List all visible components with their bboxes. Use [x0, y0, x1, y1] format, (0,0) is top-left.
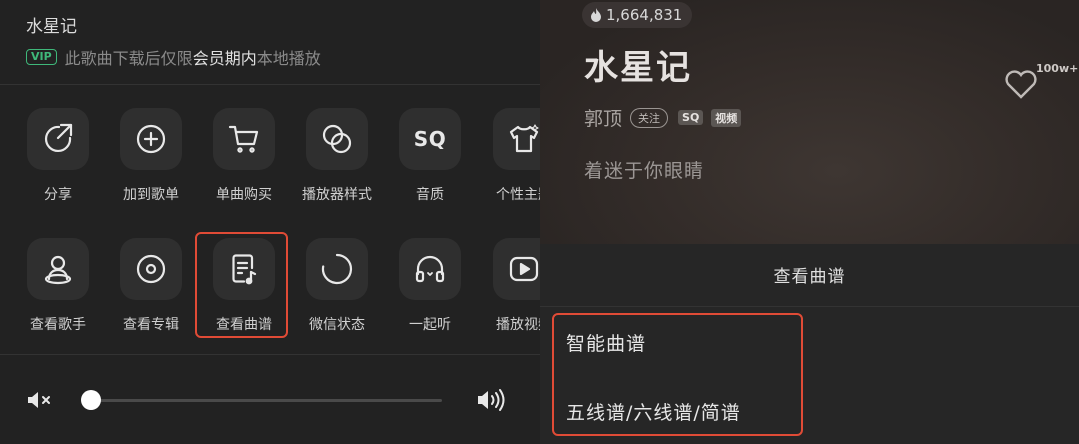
action-row-1: 分享 加到歌单 单曲购买 播放器样式 SQ 音质 个性主: [0, 108, 540, 218]
divider: [540, 306, 1079, 307]
share-icon: [44, 123, 73, 153]
divider: [0, 84, 540, 85]
wechat-status-icon: [321, 253, 353, 285]
play-video-button[interactable]: 播放视频: [486, 238, 540, 348]
sq-tag: SQ: [678, 110, 704, 125]
video-icon-box: [493, 238, 540, 300]
vip-text-after: 本地播放: [256, 49, 321, 68]
favorite-button[interactable]: 100w+: [1000, 62, 1078, 106]
headphones-icon-box: [399, 238, 461, 300]
sheet-menu-title: 查看曲谱: [773, 267, 846, 287]
player-style-icon-box: [306, 108, 368, 170]
view-singer-button[interactable]: 查看歌手: [20, 238, 100, 348]
sq-icon-box: SQ: [399, 108, 461, 170]
follow-button[interactable]: 关注: [630, 107, 669, 128]
share-button[interactable]: 分享: [20, 108, 100, 218]
listen-together-button[interactable]: 一起听: [392, 238, 472, 348]
album-icon-box: [120, 238, 182, 300]
divider: [0, 354, 540, 355]
video-tag[interactable]: 视频: [711, 108, 742, 127]
cart-icon: [228, 125, 259, 153]
vip-notice: VIP 此歌曲下载后仅限 会员期内 本地播放: [26, 45, 321, 69]
tshirt-icon: [509, 124, 539, 153]
theme-button[interactable]: 个性主题: [486, 108, 540, 218]
player-style-label: 播放器样式: [302, 187, 372, 203]
view-album-button[interactable]: 查看专辑: [113, 238, 193, 348]
song-actions-panel: 水星记 VIP 此歌曲下载后仅限 会员期内 本地播放 分享 加到歌单 单曲购买 …: [0, 0, 540, 444]
buy-single-button[interactable]: 单曲购买: [206, 108, 286, 218]
wechat-status-button[interactable]: 微信状态: [299, 238, 379, 348]
mute-icon[interactable]: [26, 389, 54, 411]
heart-icon: [1005, 70, 1037, 99]
player-song-title: 水星记: [584, 48, 692, 88]
add-circle-icon: [136, 124, 166, 154]
player-screen: 1,664,831 水星记 郭顶 关注 SQ 视频 着迷于你眼睛 100w+ 查…: [540, 0, 1079, 444]
theme-icon-box: [493, 108, 540, 170]
singer-icon: [44, 255, 72, 285]
volume-control: [0, 375, 540, 425]
volume-slider-knob[interactable]: [81, 390, 101, 410]
highlight-sheet-options: [552, 313, 803, 436]
vip-text-before: 此歌曲下载后仅限: [64, 49, 193, 68]
play-video-label: 播放视频: [496, 317, 540, 333]
add-to-playlist-label: 加到歌单: [123, 187, 179, 203]
add-icon-box: [120, 108, 182, 170]
video-play-icon: [509, 256, 539, 282]
vip-badge: VIP: [26, 49, 57, 65]
heat-count: 1,664,831: [606, 6, 683, 24]
audio-quality-button[interactable]: SQ 音质: [392, 108, 472, 218]
wechat-status-label: 微信状态: [309, 317, 365, 333]
heat-badge: 1,664,831: [582, 2, 693, 28]
listen-together-label: 一起听: [409, 317, 451, 333]
buy-single-label: 单曲购买: [216, 187, 272, 203]
album-icon: [136, 254, 166, 284]
vip-text-highlight: 会员期内: [192, 49, 257, 68]
overlap-circles-icon: [322, 124, 352, 154]
favorite-count: 100w+: [1036, 62, 1079, 75]
volume-slider-track[interactable]: [90, 399, 442, 402]
cart-icon-box: [213, 108, 275, 170]
sq-icon: SQ: [413, 127, 447, 151]
singer-icon-box: [27, 238, 89, 300]
share-label: 分享: [44, 187, 72, 203]
theme-label: 个性主题: [496, 187, 540, 203]
audio-quality-label: 音质: [416, 187, 444, 203]
artist-row: 郭顶 关注 SQ 视频: [584, 104, 749, 131]
player-style-button[interactable]: 播放器样式: [299, 108, 379, 218]
album-background: 1,664,831 水星记 郭顶 关注 SQ 视频 着迷于你眼睛 100w+: [540, 0, 1079, 244]
view-singer-label: 查看歌手: [30, 317, 86, 333]
view-album-label: 查看专辑: [123, 317, 179, 333]
wechat-status-icon-box: [306, 238, 368, 300]
volume-high-icon[interactable]: [476, 387, 506, 413]
sheet-music-menu: 查看曲谱 智能曲谱 五线谱/六线谱/简谱: [540, 244, 1079, 444]
artist-name[interactable]: 郭顶: [584, 104, 622, 131]
add-to-playlist-button[interactable]: 加到歌单: [113, 108, 193, 218]
share-icon-box: [27, 108, 89, 170]
headphones-icon: [415, 255, 445, 283]
flame-icon: [591, 8, 601, 22]
highlight-sheet-music-button: [195, 232, 288, 338]
lyric-line: 着迷于你眼睛: [584, 160, 705, 182]
song-title: 水星记: [26, 17, 77, 37]
